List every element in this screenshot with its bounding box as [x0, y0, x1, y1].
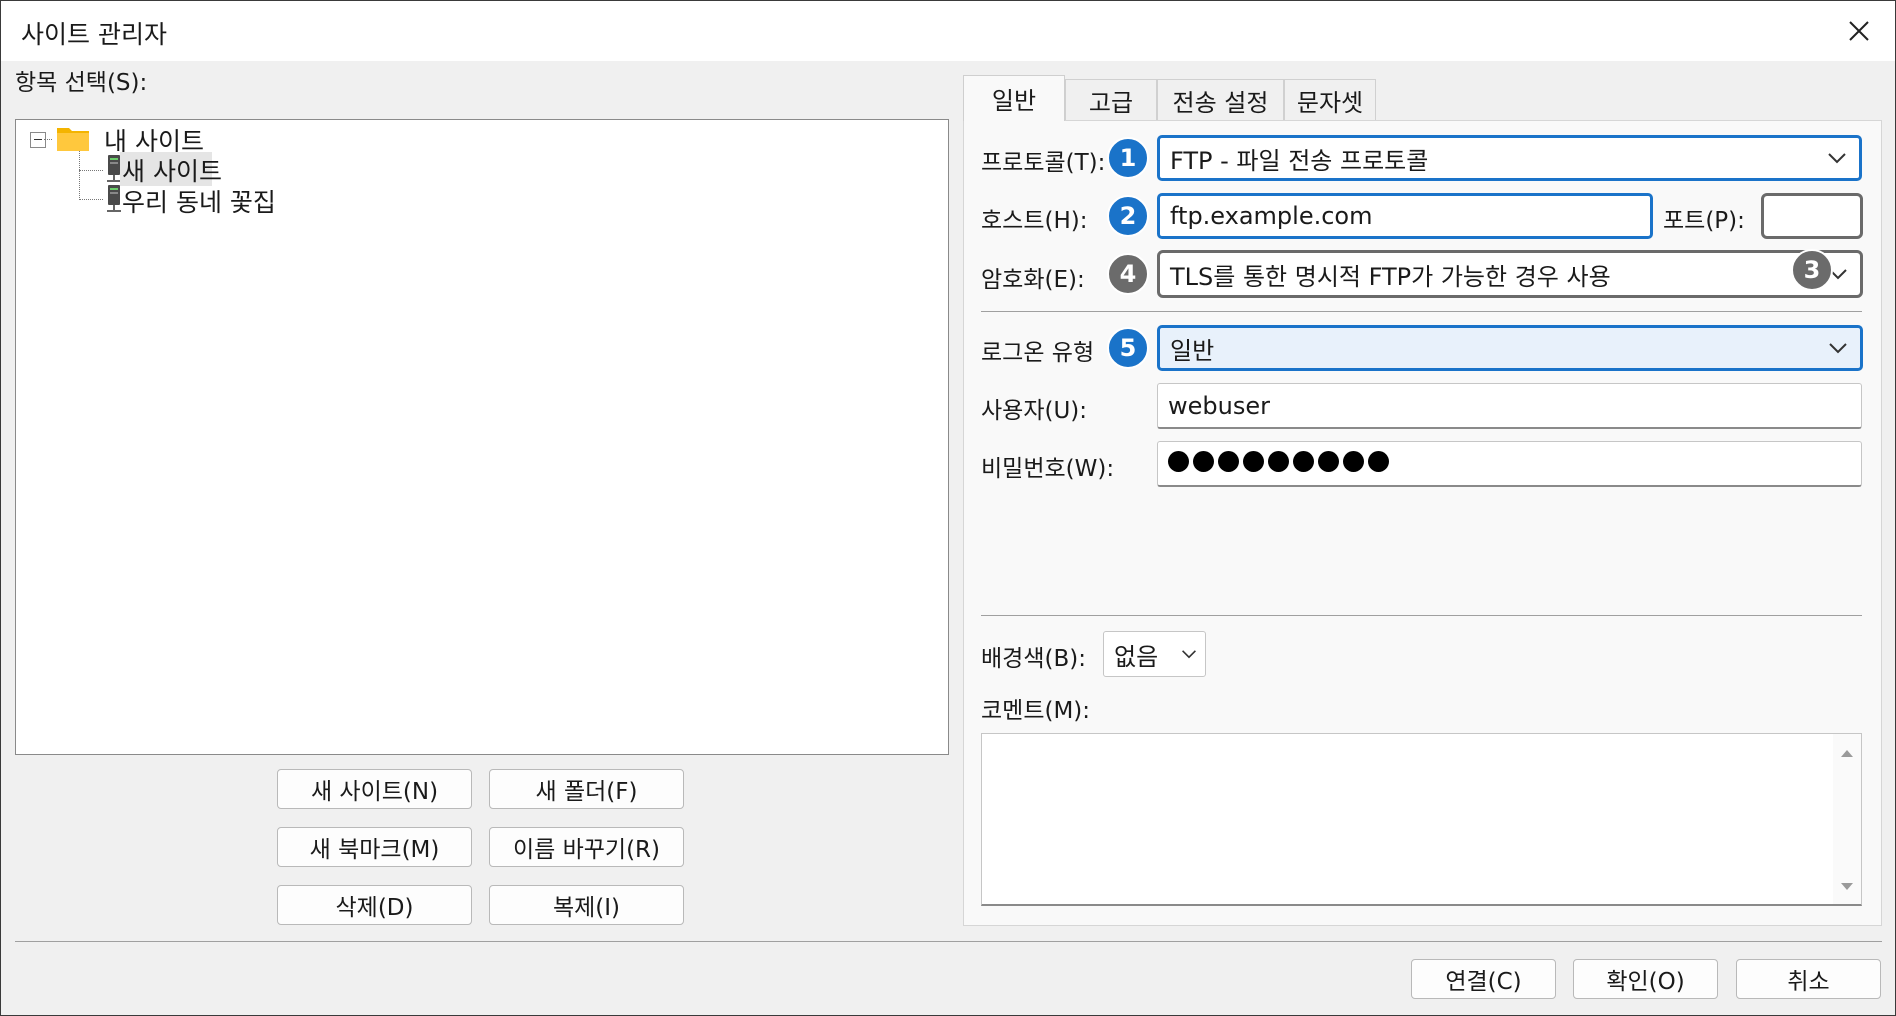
select-entry-label: 항목 선택(S):	[15, 70, 148, 96]
password-dot	[1218, 450, 1239, 472]
logon-type-label: 로그온 유형	[981, 340, 1095, 366]
user-label: 사용자(U):	[981, 398, 1088, 424]
password-mask	[1168, 450, 1393, 478]
callout-badge-5: 5	[1107, 327, 1149, 369]
title-bar: 사이트 관리자	[1, 1, 1895, 61]
scroll-up-icon[interactable]	[1840, 748, 1854, 758]
site-manager-window: 사이트 관리자 항목 선택(S): 내 사이트 새 사이트 우리 동네 꽃집 새…	[0, 0, 1896, 1016]
background-color-select[interactable]: 없음	[1103, 631, 1206, 677]
user-input[interactable]: webuser	[1157, 383, 1862, 429]
delete-button[interactable]: 삭제(D)	[277, 885, 472, 925]
divider	[981, 311, 1862, 312]
callout-badge-4: 4	[1107, 253, 1149, 295]
new-site-button[interactable]: 새 사이트(N)	[277, 769, 472, 809]
callout-badge-1: 1	[1107, 137, 1149, 179]
footer-divider	[15, 941, 1882, 942]
port-label: 포트(P):	[1663, 208, 1745, 234]
background-color-value: 없음	[1114, 642, 1159, 671]
password-dot	[1343, 450, 1364, 472]
tab-charset[interactable]: 문자셋	[1284, 79, 1376, 121]
port-input[interactable]	[1761, 193, 1863, 239]
encryption-select[interactable]: TLS를 통한 명시적 FTP가 가능한 경우 사용	[1157, 250, 1863, 298]
new-folder-button[interactable]: 새 폴더(F)	[489, 769, 684, 809]
window-title: 사이트 관리자	[21, 20, 167, 49]
host-label: 호스트(H):	[981, 208, 1088, 234]
password-input[interactable]	[1157, 441, 1862, 487]
ok-button[interactable]: 확인(O)	[1573, 959, 1718, 999]
duplicate-button[interactable]: 복제(I)	[489, 885, 684, 925]
host-value: ftp.example.com	[1170, 202, 1373, 230]
protocol-value: FTP - 파일 전송 프로토콜	[1170, 146, 1429, 175]
logon-type-select[interactable]: 일반	[1157, 325, 1863, 371]
password-dot	[1268, 450, 1289, 472]
protocol-label: 프로토콜(T):	[981, 150, 1106, 176]
password-label: 비밀번호(W):	[981, 456, 1115, 482]
password-dot	[1293, 450, 1314, 472]
rename-button[interactable]: 이름 바꾸기(R)	[489, 827, 684, 867]
comment-textarea[interactable]	[981, 733, 1862, 906]
callout-badge-2: 2	[1107, 195, 1149, 237]
collapse-icon[interactable]	[30, 132, 46, 148]
folder-icon	[56, 124, 90, 156]
password-dot	[1318, 450, 1339, 472]
tab-general[interactable]: 일반	[963, 75, 1065, 121]
cancel-button[interactable]: 취소	[1736, 959, 1881, 999]
chevron-down-icon	[1829, 343, 1847, 354]
new-bookmark-button[interactable]: 새 북마크(M)	[277, 827, 472, 867]
encryption-value: TLS를 통한 명시적 FTP가 가능한 경우 사용	[1170, 262, 1611, 291]
callout-badge-3: 3	[1791, 249, 1833, 291]
background-color-label: 배경색(B):	[981, 646, 1086, 672]
password-dot	[1368, 450, 1389, 472]
scroll-down-icon[interactable]	[1840, 882, 1854, 892]
encryption-label: 암호화(E):	[981, 267, 1085, 293]
tree-item-flower-shop[interactable]: 우리 동네 꽃집	[122, 183, 276, 219]
password-dot	[1168, 450, 1189, 472]
logon-type-value: 일반	[1170, 336, 1215, 365]
chevron-down-icon	[1182, 650, 1196, 659]
comment-scrollbar[interactable]	[1833, 734, 1861, 904]
user-value: webuser	[1168, 391, 1270, 420]
site-tree[interactable]: 내 사이트 새 사이트 우리 동네 꽃집	[15, 119, 949, 755]
password-dot	[1193, 450, 1214, 472]
protocol-select[interactable]: FTP - 파일 전송 프로토콜	[1157, 135, 1862, 181]
server-icon	[104, 184, 124, 218]
tab-transfer-settings[interactable]: 전송 설정	[1157, 79, 1284, 121]
chevron-down-icon	[1828, 153, 1846, 164]
tab-advanced[interactable]: 고급	[1065, 79, 1157, 121]
comment-label: 코멘트(M):	[981, 698, 1091, 724]
divider	[981, 615, 1862, 616]
close-icon[interactable]	[1837, 9, 1881, 53]
password-dot	[1243, 450, 1264, 472]
host-input[interactable]: ftp.example.com	[1157, 193, 1653, 239]
connect-button[interactable]: 연결(C)	[1411, 959, 1556, 999]
